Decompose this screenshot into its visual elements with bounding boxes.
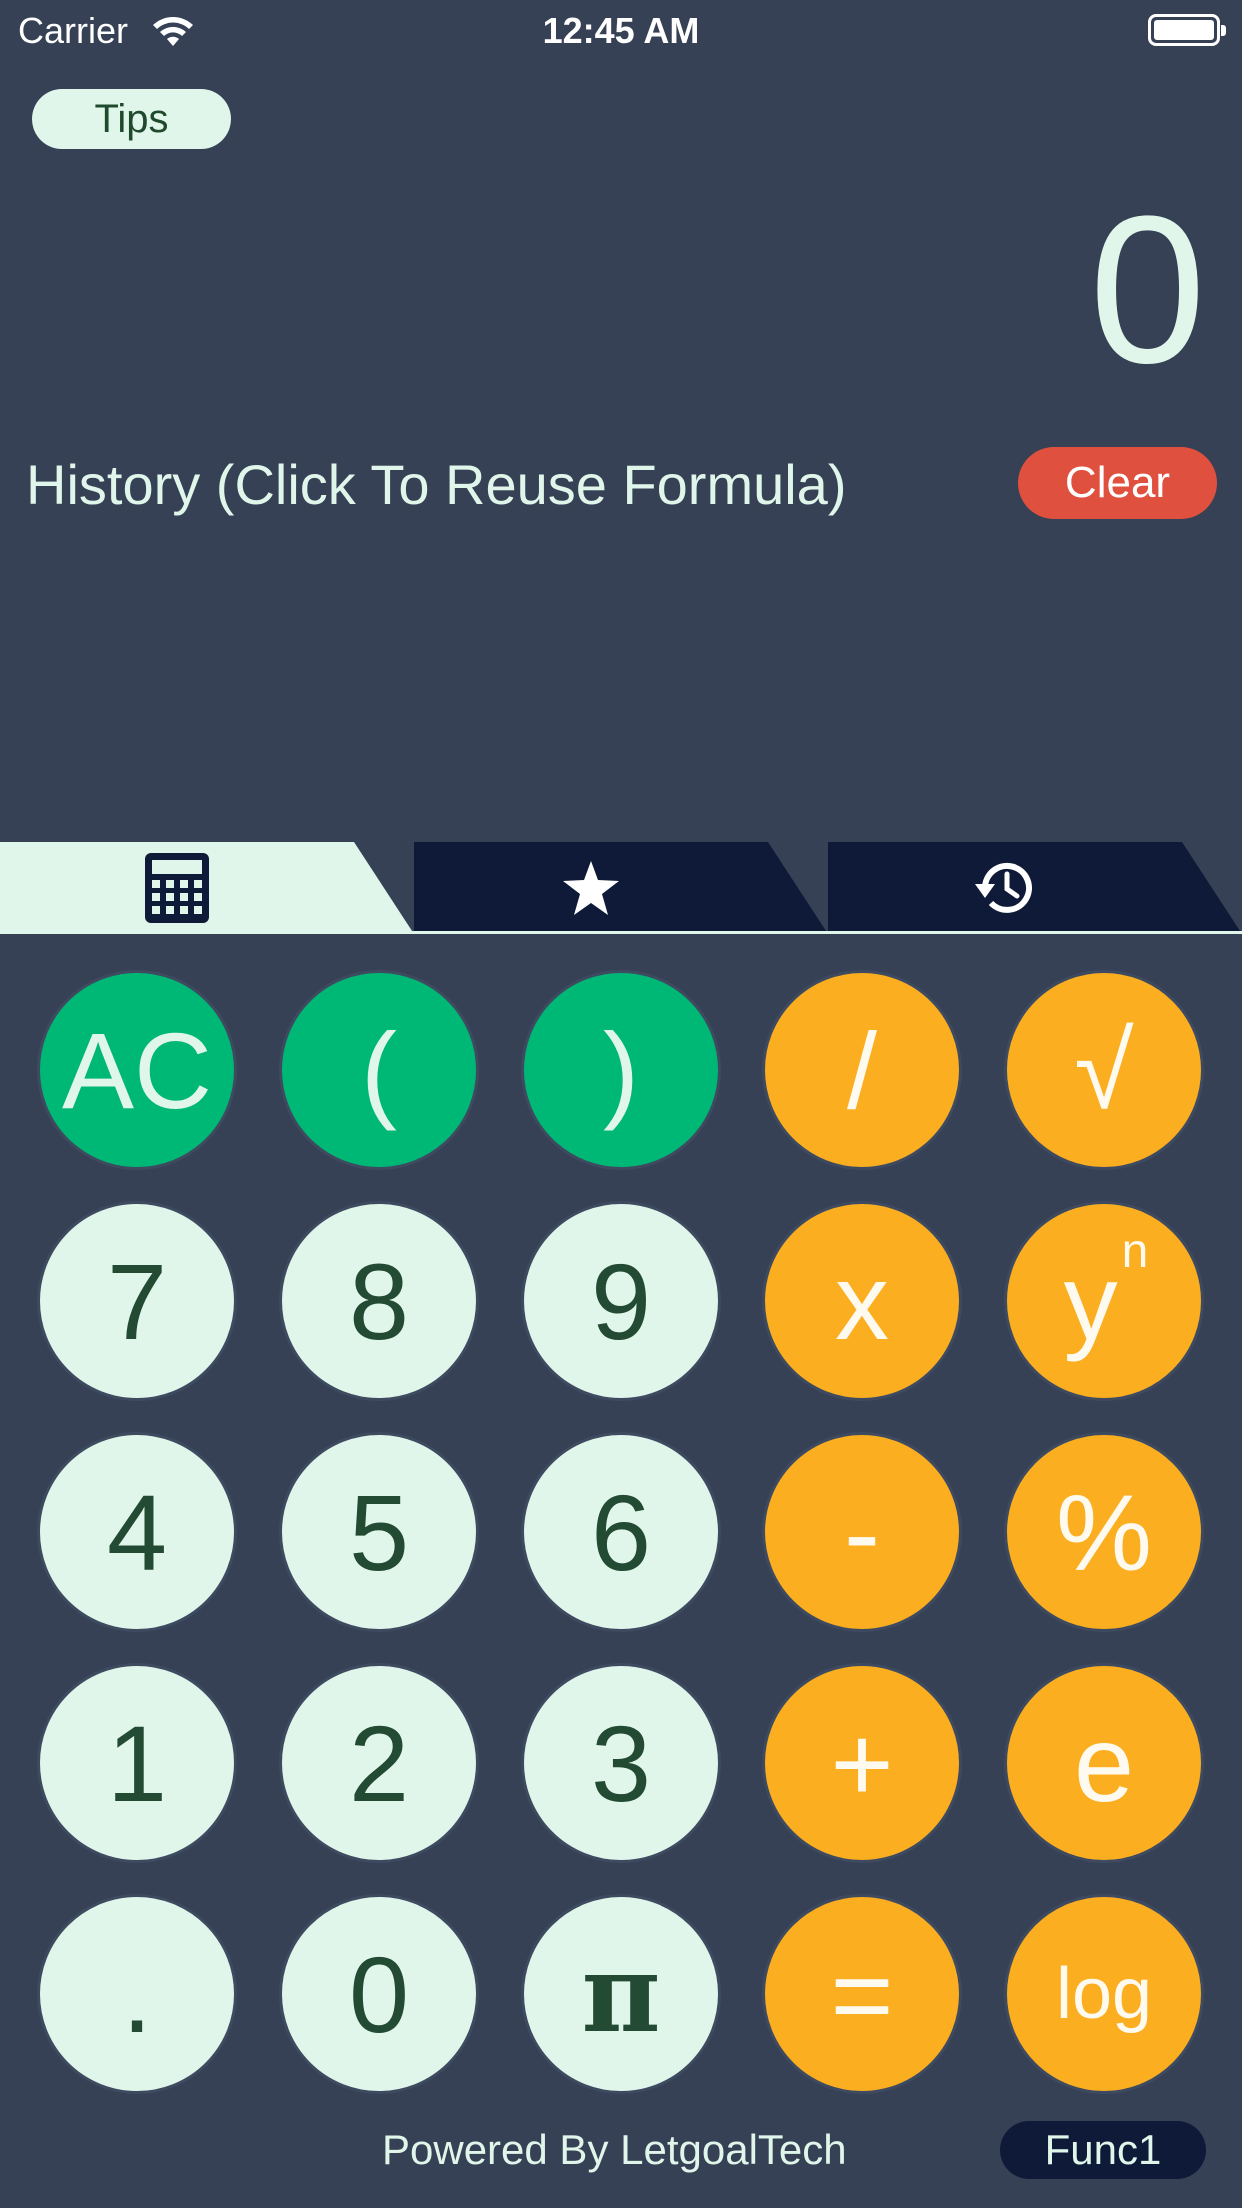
key-equals[interactable]: = [762,1894,962,2094]
key-multiply[interactable]: x [762,1201,962,1401]
tab-favorites[interactable] [414,842,828,934]
key-0[interactable]: 0 [279,1894,479,2094]
key-sqrt[interactable]: √ [1004,970,1204,1170]
key-2[interactable]: 2 [279,1663,479,1863]
status-bar: Carrier 12:45 AM [0,0,1242,60]
key-plus[interactable]: + [762,1663,962,1863]
key-decimal[interactable]: . [37,1894,237,2094]
display-value: 0 [1089,172,1206,407]
calculator-icon [145,853,209,923]
key-1[interactable]: 1 [37,1663,237,1863]
tab-history[interactable] [828,842,1242,934]
history-title: History (Click To Reuse Formula) [26,453,847,516]
tab-calculator[interactable] [0,842,414,934]
key-left-paren[interactable]: ( [279,970,479,1170]
key-divide[interactable]: / [762,970,962,1170]
tab-underline [0,931,1242,934]
power-base-label: y [1063,1240,1118,1362]
key-6[interactable]: 6 [521,1432,721,1632]
key-right-paren[interactable]: ) [521,970,721,1170]
key-7[interactable]: 7 [37,1201,237,1401]
powered-by-label: Powered By LetgoalTech [382,2126,847,2173]
key-9[interactable]: 9 [521,1201,721,1401]
mode-tabs [0,842,1242,934]
key-4[interactable]: 4 [37,1432,237,1632]
status-time: 12:45 AM [542,10,700,51]
key-ac[interactable]: AC [37,970,237,1170]
key-e[interactable]: e [1004,1663,1204,1863]
key-pi[interactable]: π [521,1894,721,2094]
power-exponent-label: n [1121,1224,1149,1278]
key-8[interactable]: 8 [279,1201,479,1401]
battery-icon [1148,14,1226,46]
func-mode-button[interactable]: Func1 [1000,2121,1206,2179]
tips-button[interactable]: Tips [32,89,231,149]
key-percent[interactable]: % [1004,1432,1204,1632]
key-minus[interactable]: - [762,1432,962,1632]
key-3[interactable]: 3 [521,1663,721,1863]
history-icon [975,862,1032,913]
star-icon [563,861,619,915]
key-power[interactable]: yn [1004,1201,1204,1401]
keypad: AC ( ) / √ 7 8 9 x yn 4 5 6 - % 1 2 3 + … [0,0,1242,2208]
key-5[interactable]: 5 [279,1432,479,1632]
key-log[interactable]: log [1004,1894,1204,2094]
clear-history-button[interactable]: Clear [1018,447,1217,519]
